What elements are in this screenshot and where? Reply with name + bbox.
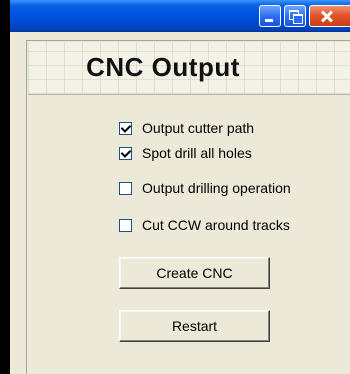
minimize-icon[interactable] <box>259 5 281 27</box>
banner-title: CNC Output <box>86 52 240 82</box>
option-label: Output drilling operation <box>142 180 291 196</box>
title-bar[interactable] <box>10 0 350 32</box>
checkbox[interactable] <box>119 181 132 195</box>
option-output-cutter-path[interactable]: Output cutter path <box>119 120 254 136</box>
option-label: Output cutter path <box>142 120 255 136</box>
option-label: Spot drill all holes <box>142 145 252 161</box>
banner: CNC Output <box>28 42 350 95</box>
close-icon[interactable] <box>309 5 350 27</box>
create-cnc-button[interactable]: Create CNC <box>119 257 270 289</box>
option-output-drilling-operation[interactable]: Output drilling operation <box>119 180 291 196</box>
option-cut-ccw-around-tracks[interactable]: Cut CCW around tracks <box>119 217 290 233</box>
checkbox[interactable] <box>119 121 132 135</box>
restart-button[interactable]: Restart <box>119 310 270 342</box>
checkbox[interactable] <box>119 146 132 160</box>
desktop-edge <box>0 0 10 374</box>
checkbox[interactable] <box>119 218 132 232</box>
option-spot-drill-all-holes[interactable]: Spot drill all holes <box>119 145 252 161</box>
maximize-icon[interactable] <box>284 5 306 27</box>
option-label: Cut CCW around tracks <box>142 217 290 233</box>
